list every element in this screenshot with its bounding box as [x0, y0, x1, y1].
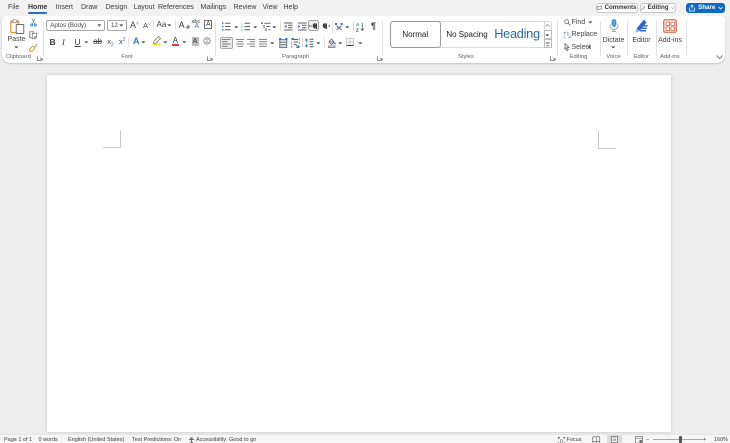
svg-text:3: 3	[241, 28, 243, 31]
svg-text:b: b	[566, 31, 569, 37]
svg-text:Z: Z	[356, 27, 359, 32]
svg-text:c: c	[563, 34, 566, 39]
svg-text:A: A	[356, 22, 360, 27]
svg-text:D: D	[560, 438, 564, 443]
